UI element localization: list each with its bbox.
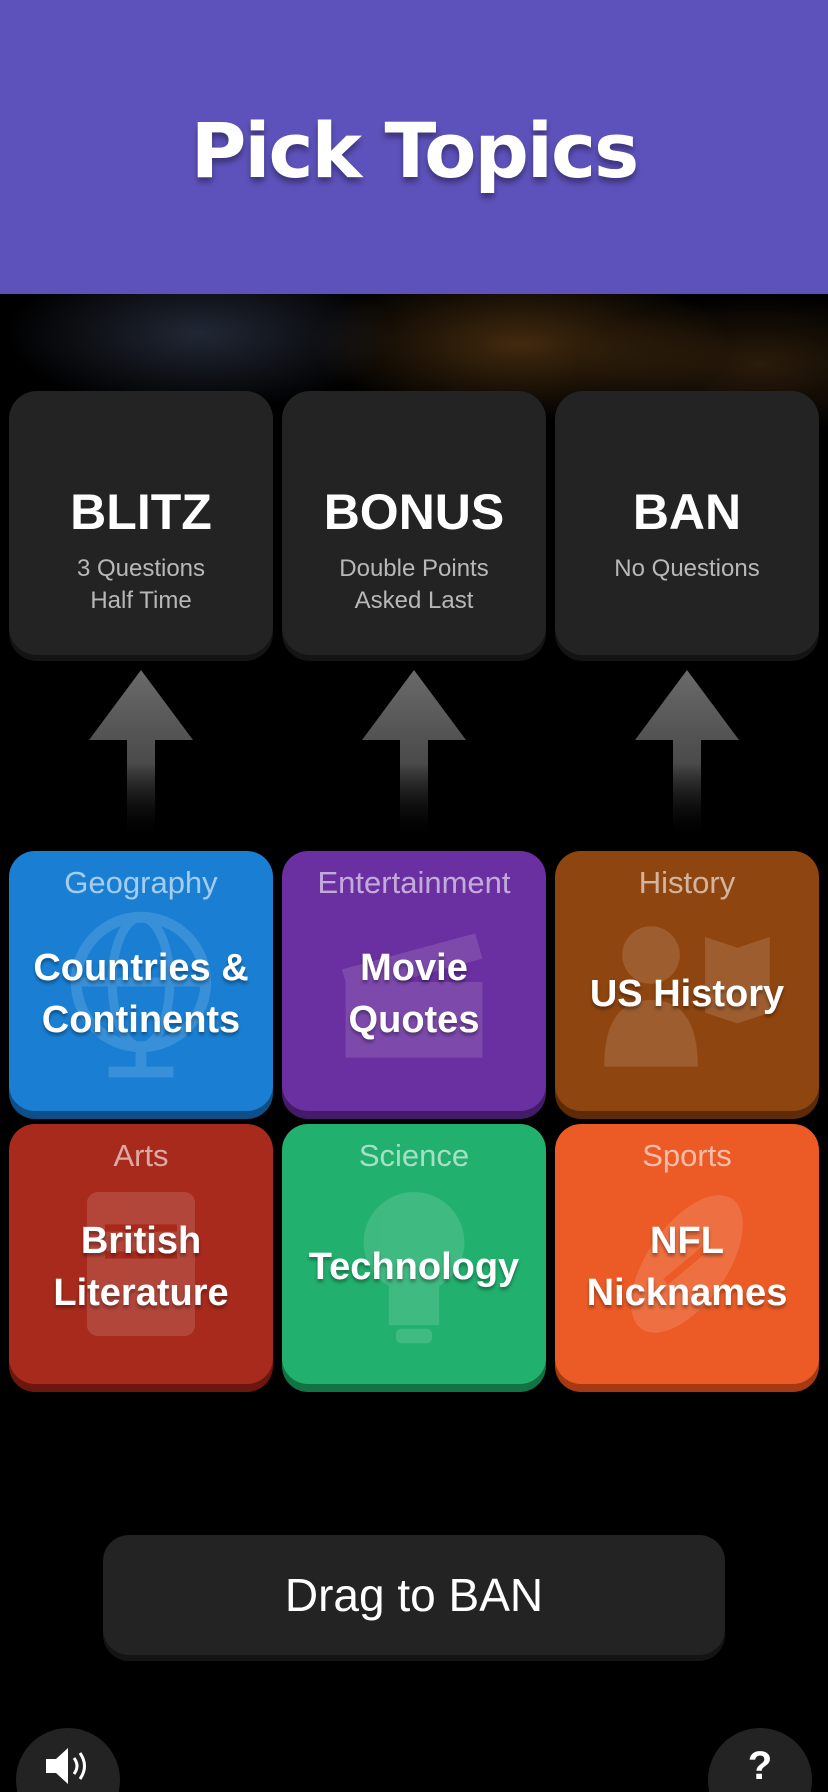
help-button[interactable]: ? <box>708 1728 812 1792</box>
arrow-up-icon <box>89 670 193 840</box>
pick-topics-screen: Pick Topics BLITZ 3 Questions Half Time … <box>0 0 828 1792</box>
slot-description: Half Time <box>90 587 192 614</box>
topic-name: British Literature <box>15 1124 267 1370</box>
drag-to-ban-button[interactable]: Drag to BAN <box>103 1535 725 1655</box>
header-bar: Pick Topics <box>0 0 828 294</box>
topic-card-sports[interactable]: Sports NFL Nicknames <box>555 1124 819 1384</box>
drag-to-ban-label: Drag to BAN <box>284 1569 544 1621</box>
ban-slot[interactable]: BAN No Questions <box>555 391 819 655</box>
arrow-up-icon <box>635 670 739 840</box>
topic-name-text: US History <box>589 973 785 1015</box>
page-title: Pick Topics <box>190 105 640 195</box>
topic-name-text: British Literature <box>53 1220 229 1314</box>
topic-name: Movie Quotes <box>288 851 540 1097</box>
blitz-slot[interactable]: BLITZ 3 Questions Half Time <box>9 391 273 655</box>
bonus-slot[interactable]: BONUS Double Points Asked Last <box>282 391 546 655</box>
topic-name-text: NFL Nicknames <box>586 1220 788 1314</box>
topic-name: NFL Nicknames <box>561 1124 813 1370</box>
slot-title: BLITZ <box>70 484 212 540</box>
arrow-up-icon <box>362 670 466 840</box>
topic-name: Technology <box>288 1124 540 1370</box>
topic-card-arts[interactable]: Arts British Literature <box>9 1124 273 1384</box>
topic-name: Countries & Continents <box>15 851 267 1097</box>
topic-name-text: Technology <box>308 1246 520 1288</box>
help-icon: ? <box>747 1744 773 1788</box>
topic-card-entertainment[interactable]: Entertainment Movie Quotes <box>282 851 546 1111</box>
topic-card-science[interactable]: Science Technology <box>282 1124 546 1384</box>
topic-name-text: Countries & Continents <box>33 947 249 1041</box>
sound-button[interactable] <box>16 1728 120 1792</box>
topic-name-text: Movie Quotes <box>348 947 480 1041</box>
speaker-icon <box>46 1748 86 1784</box>
slot-description: No Questions <box>614 555 760 582</box>
slot-description: 3 Questions <box>76 555 206 582</box>
slot-description: Double Points <box>339 555 489 582</box>
slot-title: BONUS <box>323 484 505 540</box>
topic-name: US History <box>561 851 813 1097</box>
topic-card-history[interactable]: History US History <box>555 851 819 1111</box>
slot-description: Asked Last <box>354 587 474 614</box>
slot-title: BAN <box>632 484 742 540</box>
topic-card-geography[interactable]: Geography Countries & Continents <box>9 851 273 1111</box>
